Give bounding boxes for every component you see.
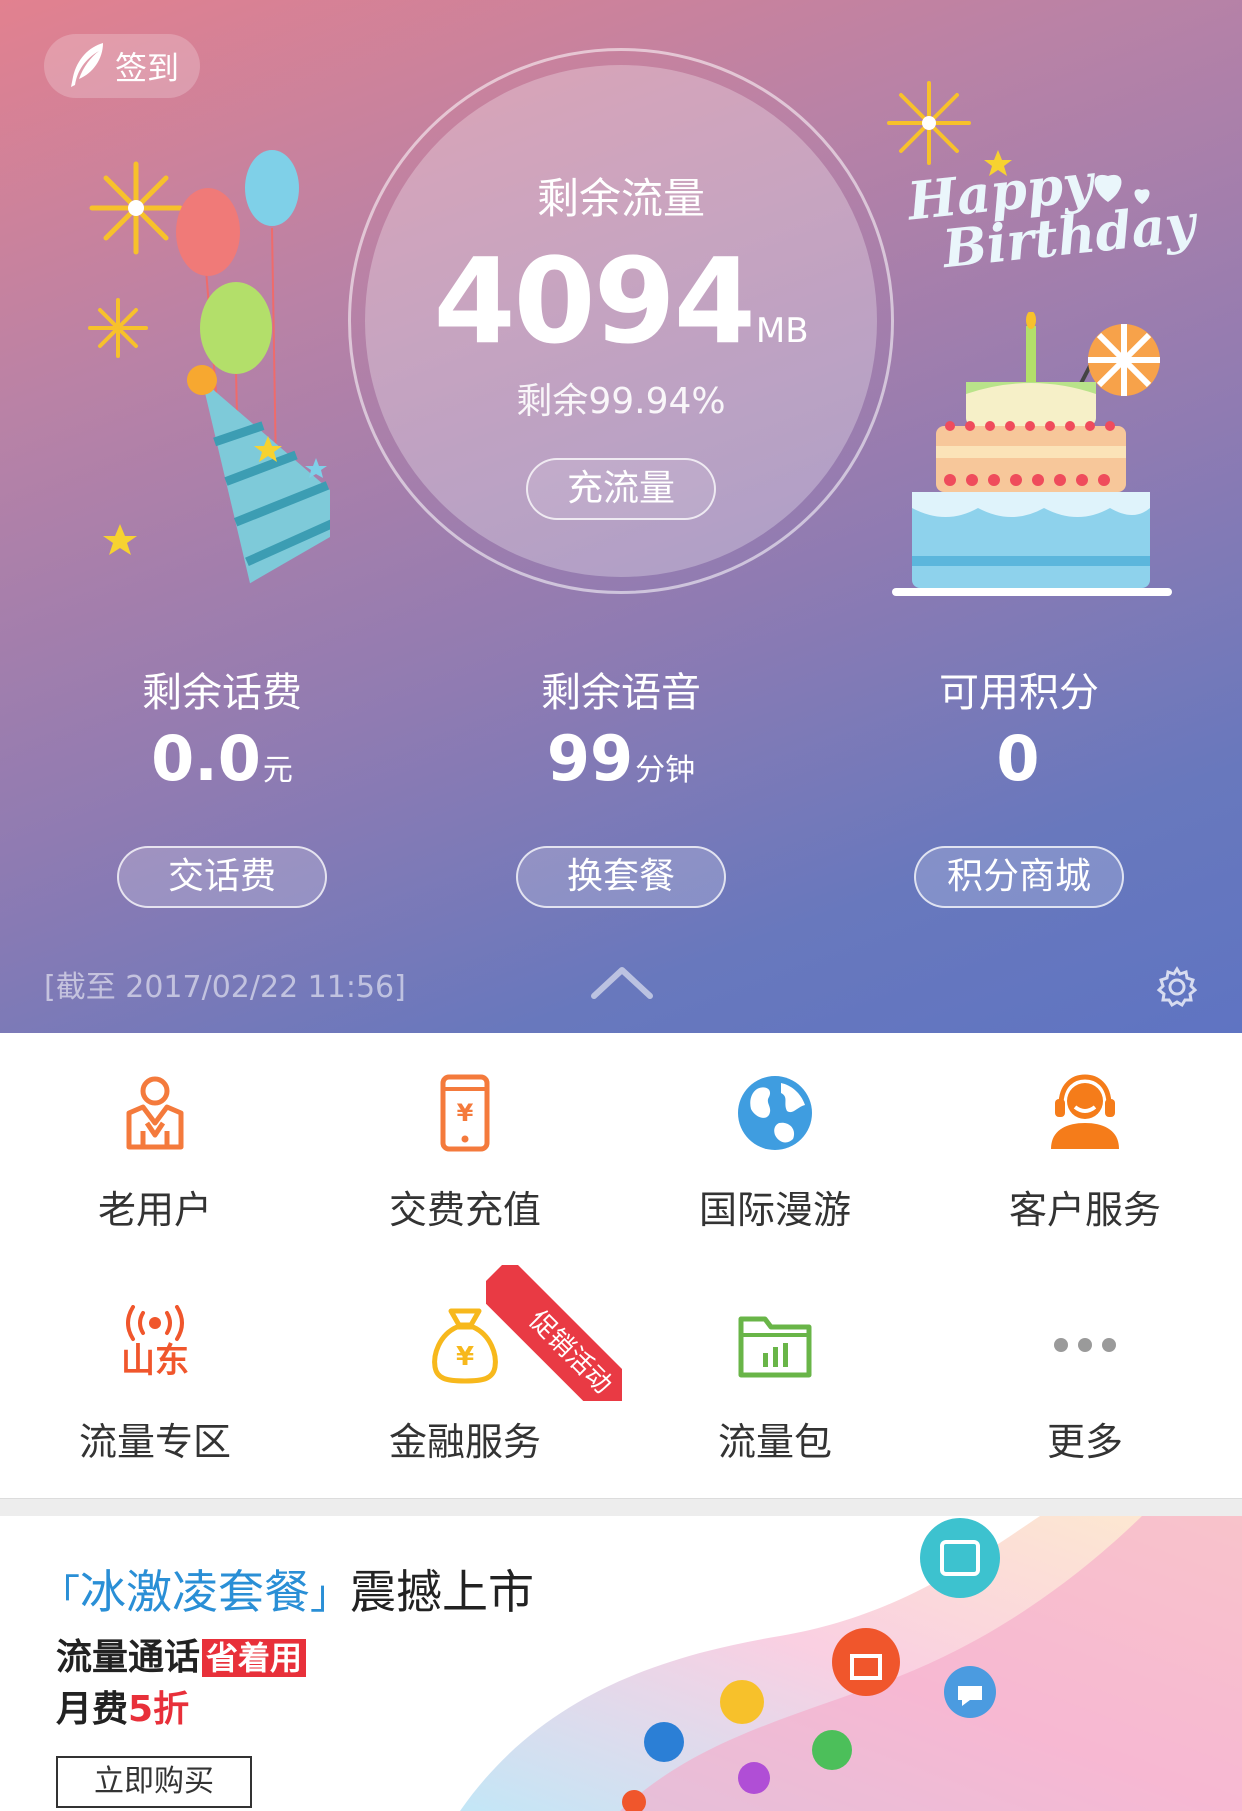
grid-label-more: 更多 — [1046, 1420, 1123, 1464]
banner-line2-badge: 省着用 — [202, 1639, 307, 1677]
points-stat: 可用积分 0 — [849, 660, 1189, 795]
checkin-button[interactable]: 签到 — [44, 34, 200, 98]
points-mall-button[interactable]: 积分商城 — [914, 846, 1124, 908]
banner-subtitle: 流量通话 省着用 — [56, 1628, 307, 1680]
balance-value: 0.0元 — [52, 722, 392, 795]
voice-value: 99分钟 — [451, 722, 791, 795]
banner-art — [460, 1516, 1242, 1811]
balance-unit: 元 — [262, 753, 293, 788]
grid-item-customer-service[interactable]: 客户服务 — [930, 1073, 1240, 1234]
old-user-icon — [126, 1076, 184, 1150]
voice-number: 99 — [546, 722, 634, 795]
buy-now-button[interactable]: 立即购买 — [56, 1756, 252, 1808]
flow-number: 4094 — [433, 232, 755, 370]
party-decoration-icon — [88, 150, 330, 584]
grid-label-roaming: 国际漫游 — [698, 1188, 851, 1232]
svg-text:¥: ¥ — [457, 1099, 474, 1127]
recharge-flow-button[interactable]: 充流量 — [526, 458, 716, 520]
points-number: 0 — [996, 722, 1040, 795]
grid-label-finance: 金融服务 — [388, 1420, 541, 1464]
heart-icon — [1094, 174, 1150, 204]
svg-text:¥: ¥ — [456, 1342, 474, 1372]
promo-ribbon: 促销活动 — [486, 1265, 622, 1401]
banner-title-rest: 震撼上市 — [350, 1565, 534, 1619]
feather-icon — [70, 43, 103, 87]
chevron-up-icon[interactable] — [590, 964, 654, 1000]
remaining-flow-label: 剩余流量 — [536, 174, 705, 223]
shandong-icon-text: 山东 — [121, 1341, 189, 1381]
grid-item-more[interactable]: 更多 — [930, 1305, 1240, 1466]
checkin-label: 签到 — [114, 49, 179, 87]
points-value: 0 — [849, 722, 1189, 795]
grid-label-flow-package: 流量包 — [717, 1420, 832, 1464]
promo-badge-text: 促销活动 — [486, 1265, 622, 1401]
grid-label-flow-zone: 流量专区 — [78, 1420, 231, 1464]
banner-title-highlight: 冰激凌套餐 — [80, 1565, 310, 1619]
voice-stat: 剩余语音 99分钟 — [451, 660, 791, 795]
voice-label: 剩余语音 — [541, 670, 701, 716]
grid-item-recharge[interactable]: ¥ 交费充值 — [310, 1073, 620, 1234]
firework-icon — [887, 81, 971, 165]
account-summary-panel: 签到 Happy Birthday 剩余流量 4094MB 剩余99.94% 充… — [0, 0, 1242, 1033]
folder-chart-icon — [738, 1316, 812, 1378]
voice-unit: 分钟 — [635, 753, 696, 788]
flow-unit: MB — [755, 311, 809, 351]
banner-line2-text: 流量通话 — [56, 1637, 201, 1678]
updated-timestamp: [截至 2017/02/22 11:56] — [44, 970, 406, 1005]
section-divider — [0, 1498, 1242, 1516]
points-label: 可用积分 — [939, 670, 1099, 716]
change-plan-button[interactable]: 换套餐 — [516, 846, 726, 908]
birthday-cake-icon — [892, 312, 1172, 596]
customer-service-icon — [1051, 1074, 1119, 1149]
more-dots-icon — [1054, 1338, 1116, 1352]
globe-icon — [738, 1076, 812, 1150]
promo-banner[interactable]: 「冰激凌套餐」震撼上市 流量通话 省着用 月费5折 立即购买 — [0, 1516, 1242, 1811]
banner-price-line: 月费5折 — [56, 1680, 189, 1732]
flow-percent-text: 剩余99.94% — [516, 381, 726, 422]
grid-label-recharge: 交费充值 — [388, 1188, 541, 1232]
gear-icon[interactable] — [1156, 966, 1198, 1008]
grid-item-flow-zone[interactable]: 山东 流量专区 — [0, 1305, 310, 1466]
banner-title: 「冰激凌套餐」震撼上市 — [40, 1565, 534, 1619]
grid-item-old-user[interactable]: 老用户 — [0, 1073, 310, 1234]
balance-stat: 剩余话费 0.0元 — [52, 660, 392, 795]
pay-bill-button[interactable]: 交话费 — [117, 846, 327, 908]
phone-recharge-icon: ¥ — [440, 1074, 490, 1152]
balance-label: 剩余话费 — [142, 670, 302, 716]
grid-label-customer-service: 客户服务 — [1008, 1188, 1161, 1232]
banner-line3-highlight: 5折 — [128, 1689, 190, 1730]
balance-number: 0.0 — [151, 722, 261, 795]
grid-item-flow-package[interactable]: 流量包 — [620, 1305, 930, 1466]
banner-line3-prefix: 月费 — [56, 1689, 129, 1730]
shandong-signal-icon: 山东 — [115, 1305, 195, 1385]
grid-item-roaming[interactable]: 国际漫游 — [620, 1073, 930, 1234]
grid-label-old-user: 老用户 — [97, 1188, 212, 1232]
remaining-flow-value: 4094MB — [365, 232, 877, 370]
